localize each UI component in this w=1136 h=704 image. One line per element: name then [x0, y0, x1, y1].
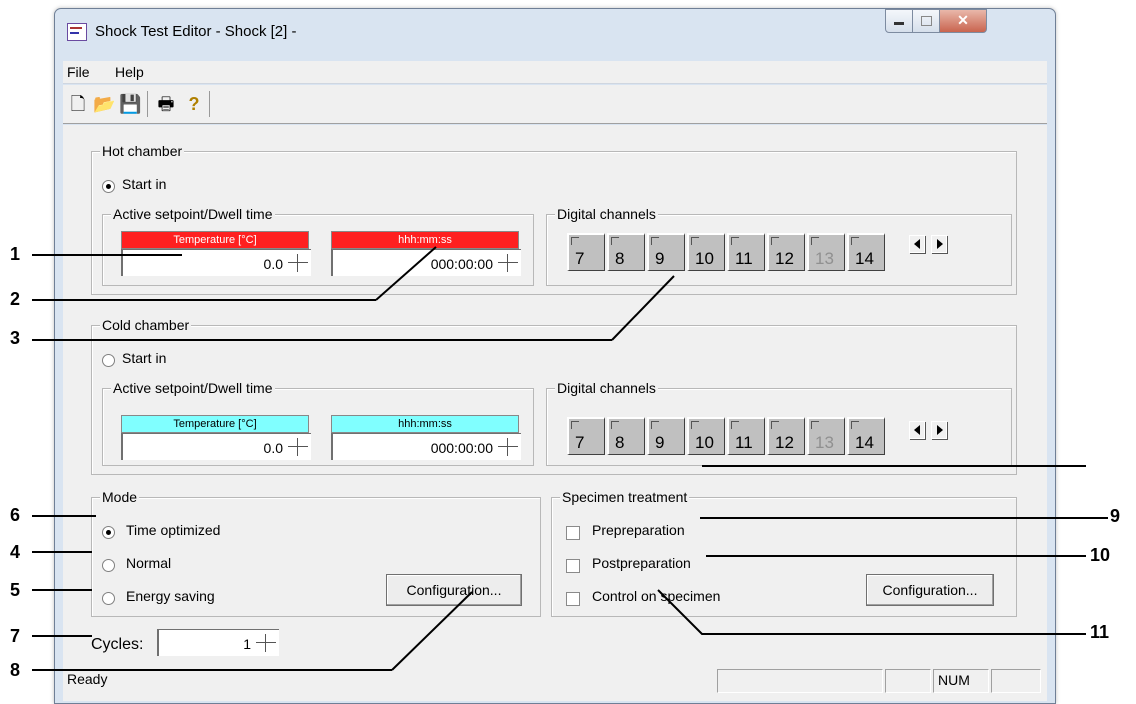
callout-5: 5	[10, 580, 21, 600]
callout-11: 11	[1090, 622, 1110, 642]
callout-9: 9	[1110, 506, 1121, 526]
callout-10: 10	[1090, 545, 1111, 565]
callout-8: 8	[10, 660, 21, 680]
callout-3: 3	[10, 328, 21, 348]
callout-7: 7	[10, 626, 21, 646]
callout-1: 1	[10, 244, 21, 264]
callout-2: 2	[10, 289, 21, 309]
callout-6: 6	[10, 505, 21, 525]
callout-4: 4	[10, 542, 21, 562]
callout-lines	[32, 246, 1108, 671]
